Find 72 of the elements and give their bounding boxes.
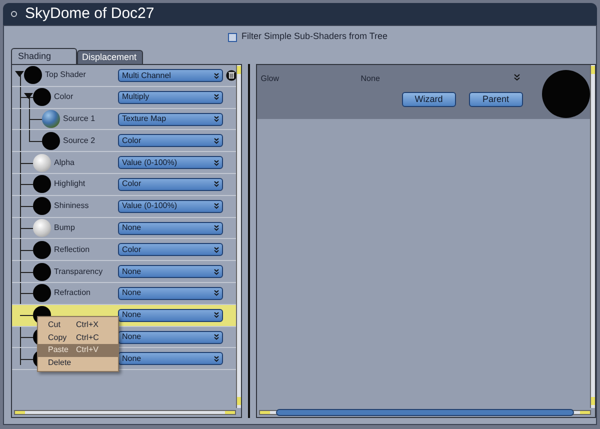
chevron-icon [214, 225, 219, 232]
channel-label: Alpha [54, 156, 74, 169]
channel-label: Transparency [54, 266, 103, 278]
chevron-icon [214, 246, 219, 253]
channel-label: Reflection [54, 244, 90, 256]
shader-row[interactable]: Reflection Color [12, 239, 236, 262]
shader-row[interactable]: Refraction None [12, 282, 236, 305]
channel-label: Color [54, 91, 74, 104]
chevron-icon [214, 72, 219, 78]
shader-dropdown[interactable]: Color [118, 134, 223, 148]
chevron-icon[interactable] [514, 74, 520, 81]
panel-button[interactable]: Parent [468, 92, 523, 107]
shader-dropdown[interactable]: None [118, 308, 223, 322]
menu-item[interactable]: Paste Ctrl+V [38, 344, 118, 356]
shader-row[interactable]: Alpha Value (0-100%) [12, 152, 236, 174]
window-title: SkyDome of Doc27 [25, 4, 154, 24]
chevron-icon [214, 312, 219, 318]
chevron-icon [214, 356, 219, 362]
channel-label: Highlight [54, 178, 86, 190]
shader-row[interactable]: Transparency None [12, 261, 236, 283]
channel-label: Top Shader [45, 69, 86, 82]
menu-item[interactable]: Delete [38, 356, 118, 369]
channel-name: Glow [260, 73, 280, 85]
tab[interactable]: Shading [11, 48, 77, 64]
channel-label: Shininess [54, 200, 89, 212]
channel-label: Refraction [54, 287, 90, 300]
chevron-icon [214, 160, 219, 166]
vertical-scrollbar[interactable] [236, 65, 241, 408]
shader-row[interactable]: Source 1 Texture Map [12, 108, 236, 130]
shader-dropdown[interactable]: Multi Channel [118, 69, 223, 82]
shader-dropdown[interactable]: Multiply [118, 90, 223, 104]
vertical-scrollbar[interactable] [590, 65, 595, 408]
filter-checkbox[interactable] [228, 32, 238, 42]
shader-row[interactable]: Source 2 Color [12, 130, 236, 152]
chevron-icon [214, 334, 219, 340]
chevron-icon [214, 268, 219, 275]
shader-dropdown[interactable]: None [118, 352, 223, 366]
chevron-icon [214, 116, 219, 122]
shader-row[interactable]: Bump None [12, 218, 236, 240]
shader-row[interactable]: Color Multiply [12, 86, 236, 109]
scrollbar-thumb[interactable] [276, 409, 574, 416]
horizontal-scrollbar[interactable] [14, 410, 236, 415]
shader-dropdown[interactable]: Value (0-100%) [118, 200, 223, 213]
chevron-icon [214, 138, 219, 144]
chevron-icon [214, 290, 219, 296]
chevron-icon [214, 203, 219, 210]
shader-dropdown[interactable]: Color [118, 243, 223, 256]
chevron-icon [214, 181, 219, 188]
channel-value: None [360, 73, 380, 85]
expanded-triangle-icon[interactable] [24, 93, 33, 100]
shader-row[interactable]: Shininess Value (0-100%) [12, 196, 236, 218]
channel-label: Source 2 [63, 134, 96, 147]
menu-item[interactable]: Copy Ctrl+C [38, 332, 118, 344]
tab[interactable]: Displacement [77, 50, 143, 64]
channel-label: Bump [54, 222, 75, 234]
shader-dropdown[interactable]: None [118, 330, 223, 344]
filter-label: Filter Simple Sub-Shaders from Tree [241, 30, 388, 44]
window-menu-icon[interactable] [11, 11, 17, 17]
shader-dropdown[interactable]: Texture Map [118, 112, 223, 126]
shader-dropdown[interactable]: None [118, 222, 223, 235]
shader-dropdown[interactable]: Color [118, 178, 223, 191]
shader-dropdown[interactable]: Value (0-100%) [118, 156, 223, 170]
shader-row[interactable]: Highlight Color [12, 174, 236, 196]
shader-row[interactable]: Top Shader Multi Channel [12, 65, 236, 87]
horizontal-scrollbar[interactable] [258, 410, 591, 415]
channel-label: Source 1 [63, 112, 96, 125]
panel-button[interactable]: Wizard [402, 92, 456, 107]
expanded-triangle-icon[interactable] [15, 71, 24, 78]
shader-dropdown[interactable]: None [118, 265, 223, 278]
shader-dropdown[interactable]: None [118, 286, 223, 300]
chevron-icon [214, 94, 219, 100]
trash-icon[interactable] [226, 70, 237, 81]
